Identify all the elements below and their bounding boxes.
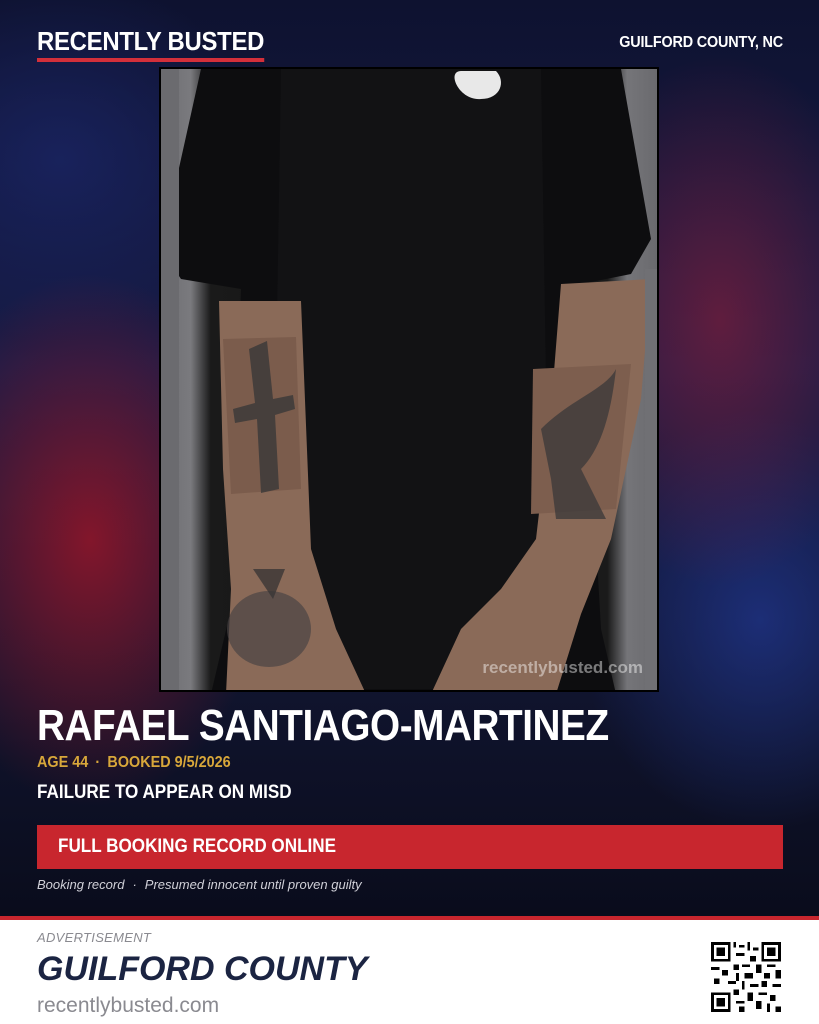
disclaimer: Booking record · Presumed innocent until p…: [37, 877, 362, 892]
disclaimer-right: Presumed innocent until proven guilty: [144, 877, 362, 892]
ad-label: ADVERTISEMENT: [37, 930, 152, 945]
age-label: AGE 44: [37, 754, 89, 771]
mugshot-photo: recentlybusted.com: [159, 67, 659, 692]
booking-meta: AGE 44 · BOOKED 9/5/2026: [37, 754, 231, 772]
photo-illustration: [161, 69, 657, 690]
county-location: GUILFORD COUNTY, NC: [619, 34, 783, 51]
cta-label: FULL BOOKING RECORD ONLINE: [58, 836, 337, 857]
person-name: RAFAEL SANTIAGO-MARTINEZ: [37, 701, 609, 750]
charge-text: FAILURE TO APPEAR ON MISD: [37, 782, 292, 803]
disclaimer-separator: ·: [132, 877, 137, 892]
ad-url[interactable]: recentlybusted.com: [37, 994, 219, 1018]
full-booking-record-button[interactable]: FULL BOOKING RECORD ONLINE: [37, 825, 783, 869]
qr-code-icon[interactable]: [711, 942, 781, 1012]
booked-date: BOOKED 9/5/2026: [107, 754, 231, 771]
brand-logo[interactable]: RECENTLY BUSTED: [37, 27, 264, 62]
disclaimer-left: Booking record: [37, 877, 125, 892]
ad-county: GUILFORD COUNTY: [37, 950, 368, 988]
photo-watermark: recentlybusted.com: [482, 658, 643, 677]
meta-separator: ·: [95, 754, 101, 771]
advertisement-footer[interactable]: ADVERTISEMENT GUILFORD COUNTY recentlybu…: [0, 916, 819, 1024]
